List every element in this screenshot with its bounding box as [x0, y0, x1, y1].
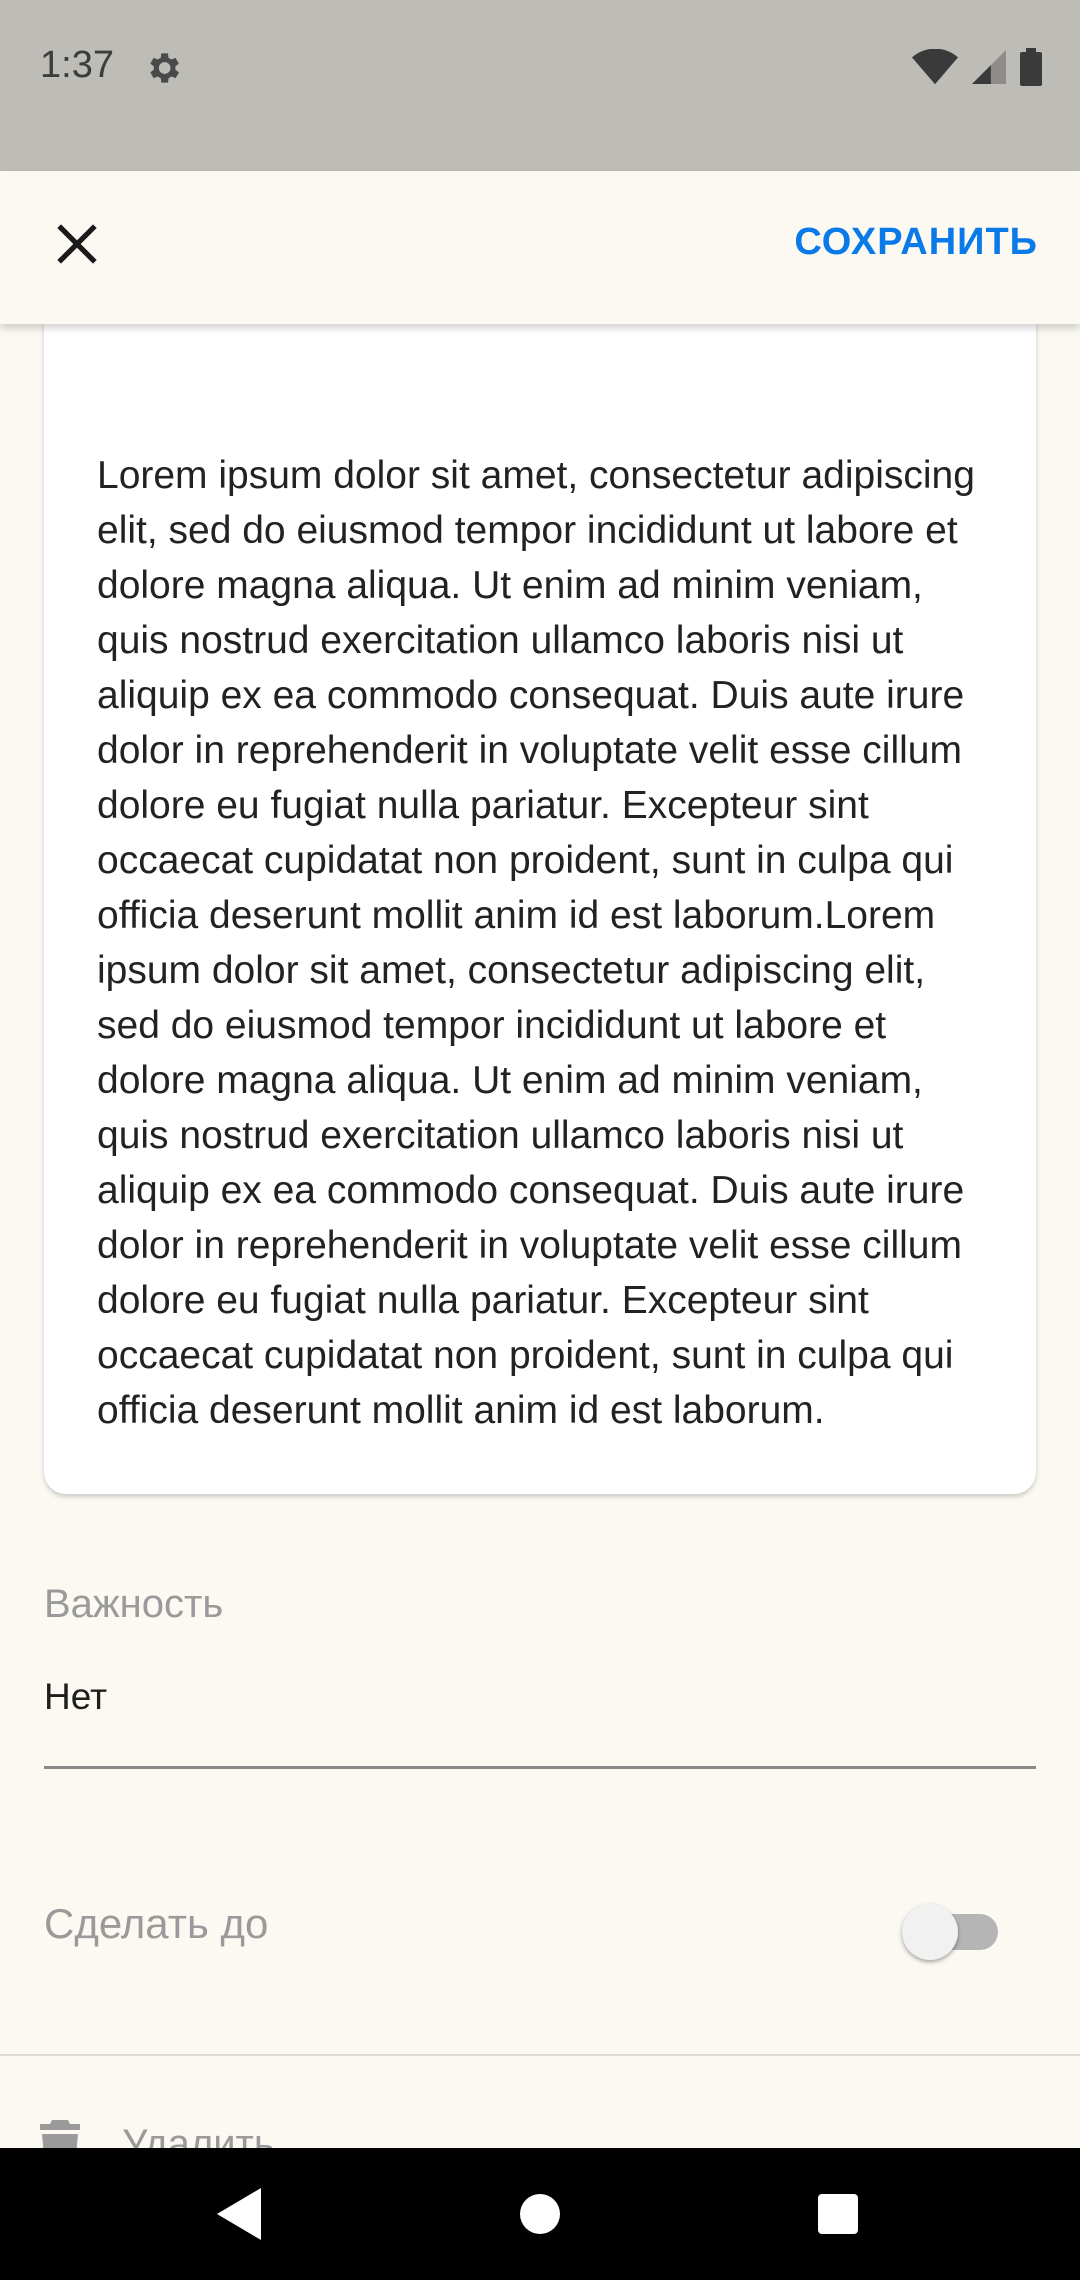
home-icon[interactable]	[520, 2194, 560, 2234]
status-icons	[912, 48, 1042, 86]
divider	[0, 2054, 1080, 2056]
importance-underline	[44, 1766, 1036, 1769]
save-button[interactable]: СОХРАНИТЬ	[794, 221, 1038, 264]
content-scroll[interactable]: Lorem ipsum dolor sit amet, consectetur …	[0, 324, 1080, 2148]
note-text-field[interactable]: Lorem ipsum dolor sit amet, consectetur …	[44, 324, 1036, 1494]
recents-icon[interactable]	[818, 2194, 858, 2234]
close-icon	[57, 224, 97, 264]
wifi-icon	[912, 49, 958, 85]
back-icon[interactable]	[216, 2188, 266, 2240]
screen: 1:37 СОХРАНИТЬ Lorem ipsum dolor sit ame…	[0, 0, 1080, 2280]
delete-label: Удалить	[122, 2121, 275, 2149]
app-bar: СОХРАНИТЬ	[0, 171, 1080, 324]
deadline-label: Сделать до	[44, 1900, 269, 1947]
close-button[interactable]	[40, 207, 114, 281]
battery-icon	[1020, 48, 1042, 86]
trash-icon	[40, 2120, 80, 2148]
signal-icon	[972, 50, 1006, 84]
gear-icon	[150, 53, 179, 83]
navigation-bar	[0, 2148, 1080, 2280]
status-time: 1:37	[40, 44, 114, 86]
status-bar: 1:37	[0, 0, 1080, 171]
importance-label: Важность	[44, 1582, 224, 1626]
delete-button[interactable]: Удалить	[40, 2120, 275, 2148]
deadline-toggle[interactable]	[902, 1904, 1002, 1960]
toggle-thumb	[902, 1904, 958, 1960]
note-text[interactable]: Lorem ipsum dolor sit amet, consectetur …	[97, 448, 976, 1438]
importance-dropdown[interactable]: Нет	[44, 1676, 107, 1718]
